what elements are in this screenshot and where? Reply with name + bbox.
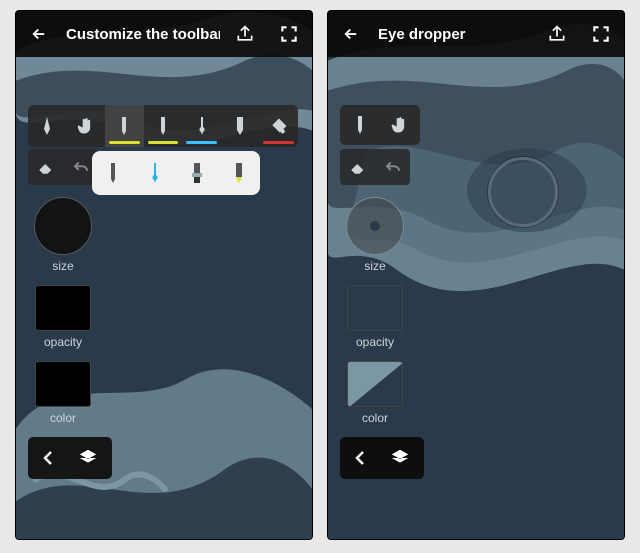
opacity-swatch[interactable] [35, 285, 91, 331]
color-label: color [28, 411, 98, 425]
fullscreen-button[interactable] [582, 15, 620, 53]
opacity-label: opacity [28, 335, 98, 349]
size-indicator-right[interactable] [346, 197, 404, 255]
tool-pencil-right[interactable] [340, 105, 380, 145]
page-title-right: Eye dropper [376, 26, 532, 43]
size-label: size [28, 259, 98, 273]
brush-popover [92, 151, 260, 195]
bottom-bar [28, 437, 112, 479]
left-screenshot: Customize the toolbar [15, 10, 313, 540]
size-label-right: size [340, 259, 410, 273]
page-title: Customize the toolbar [64, 26, 220, 43]
share-button[interactable] [226, 15, 264, 53]
bottom-bar-right [340, 437, 424, 479]
popover-ink-brush[interactable] [134, 151, 176, 195]
tool-pencil-1[interactable] [105, 105, 144, 147]
color-swatch[interactable] [35, 361, 91, 407]
tool-hand[interactable] [67, 105, 106, 147]
color-swatch-fg [348, 362, 403, 407]
fullscreen-button[interactable] [270, 15, 308, 53]
sidebar-top-row-right [340, 149, 410, 185]
right-sidebar: size opacity color [340, 149, 410, 433]
left-sidebar: size opacity color [28, 149, 98, 433]
tool-hand-right[interactable] [380, 105, 420, 145]
opacity-label-right: opacity [340, 335, 410, 349]
size-indicator[interactable] [34, 197, 92, 255]
right-screenshot: Eye dropper size opacity [327, 10, 625, 540]
tool-marker[interactable] [221, 105, 260, 147]
tool-pencil-2[interactable] [144, 105, 183, 147]
collapse-button[interactable] [28, 437, 68, 479]
opacity-swatch-right[interactable] [347, 285, 403, 331]
eyedropper-ring[interactable] [488, 157, 558, 227]
popover-flat-brush[interactable] [176, 151, 218, 195]
top-bar-right: Eye dropper [328, 11, 624, 57]
popover-marker[interactable] [218, 151, 260, 195]
collapse-button-right[interactable] [340, 437, 380, 479]
back-button[interactable] [332, 15, 370, 53]
share-button[interactable] [538, 15, 576, 53]
color-label-right: color [340, 411, 410, 425]
eraser-tool[interactable] [28, 149, 63, 185]
sidebar-top-row [28, 149, 98, 185]
toolbar-row [28, 105, 298, 147]
undo-button-right[interactable] [375, 149, 410, 185]
layers-button-right[interactable] [380, 437, 420, 479]
color-swatch-right[interactable] [347, 361, 403, 407]
tool-pen[interactable] [28, 105, 67, 147]
back-button[interactable] [20, 15, 58, 53]
eraser-tool-right[interactable] [340, 149, 375, 185]
size-dot [370, 221, 380, 231]
top-bar: Customize the toolbar [16, 11, 312, 57]
popover-pencil[interactable] [92, 151, 134, 195]
tool-bucket[interactable] [259, 105, 298, 147]
tool-brush[interactable] [182, 105, 221, 147]
mini-toolbar [340, 105, 420, 145]
layers-button[interactable] [68, 437, 108, 479]
